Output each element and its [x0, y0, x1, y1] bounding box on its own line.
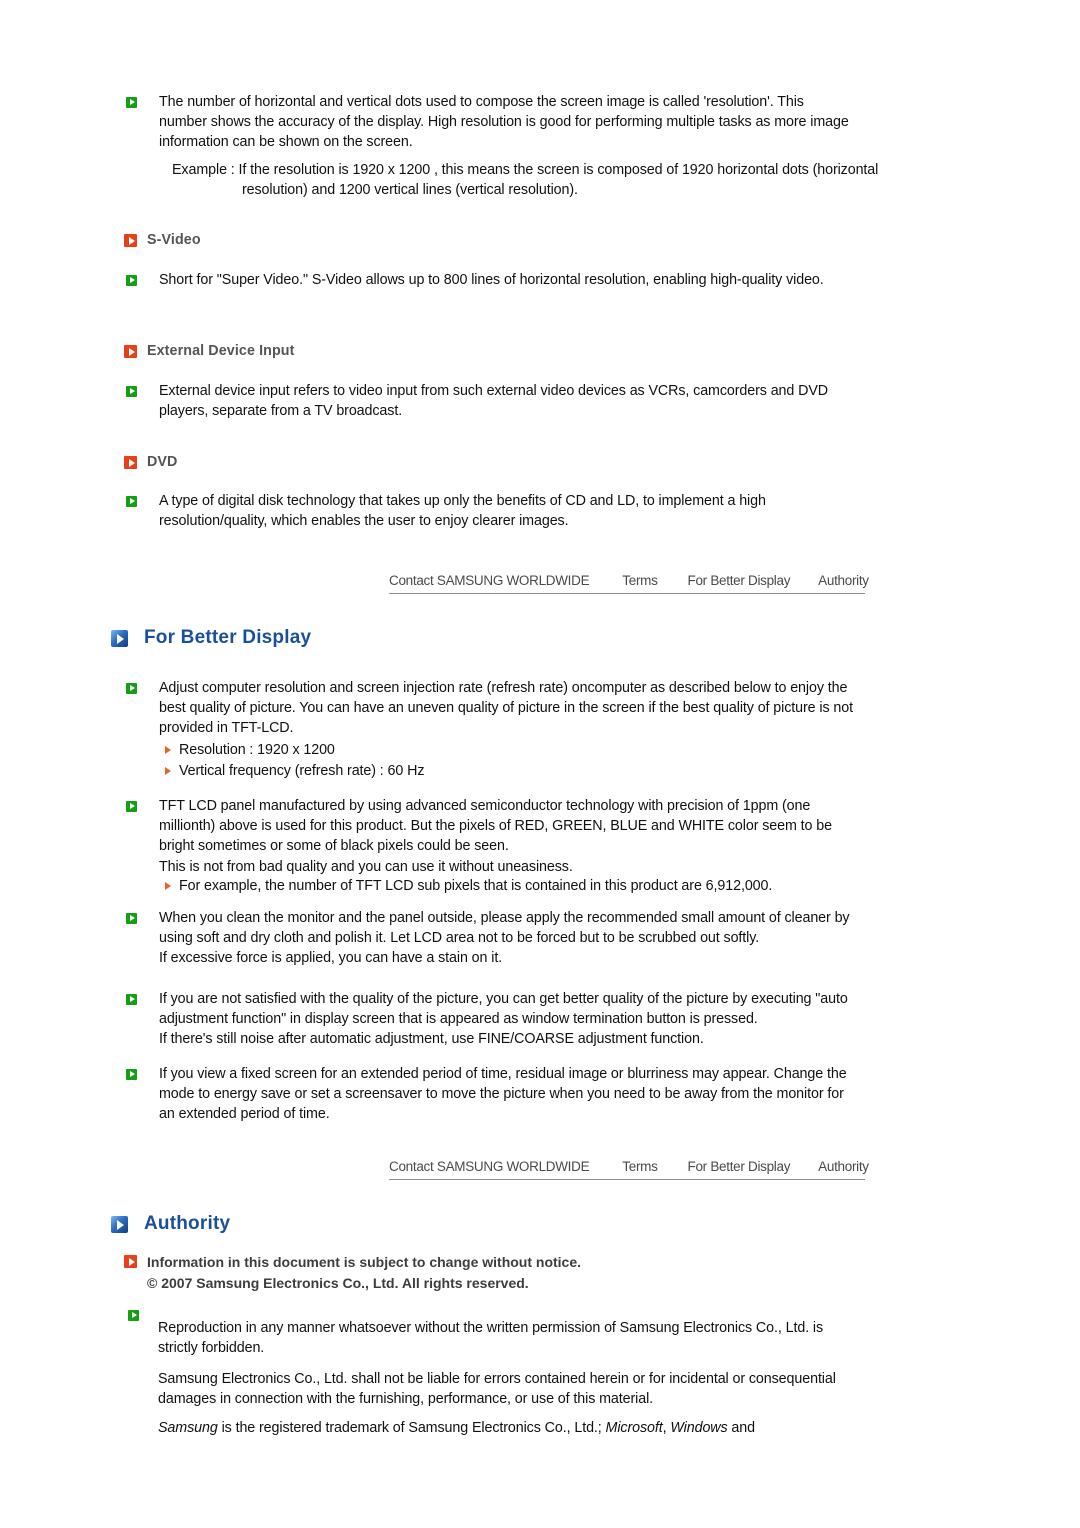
footer-nav-top: Contact SAMSUNG WORLDWIDE Terms For Bett…	[389, 566, 869, 594]
nav-item-contact-samsung-worldwide[interactable]: Contact SAMSUNG WORLDWIDE	[389, 573, 590, 588]
blue-play-section-icon	[111, 1216, 128, 1233]
dvd-heading-label: DVD	[147, 454, 178, 470]
fbd-paragraph-3: When you clean the monitor and the panel…	[159, 910, 850, 947]
fbd-paragraph-4-item: If you are not satisfied with the qualit…	[126, 989, 866, 1050]
dvd-paragraph: A type of digital disk technology that t…	[159, 493, 766, 530]
resolution-example-paragraph: Example : If the resolution is 1920 x 12…	[172, 162, 879, 199]
dvd-bullet-item: A type of digital disk technology that t…	[126, 491, 856, 531]
external-device-input-paragraph: External device input refers to video in…	[159, 383, 829, 420]
trademark-text-f: and	[727, 1420, 755, 1436]
external-device-input-bullet-item: External device input refers to video in…	[126, 381, 856, 421]
resolution-paragraph: The number of horizontal and vertical do…	[159, 94, 849, 151]
authority-notice-line-1: Information in this document is subject …	[147, 1254, 582, 1270]
fbd-paragraph-4: If you are not satisfied with the qualit…	[159, 991, 848, 1028]
section-heading-authority: Authority	[111, 1213, 231, 1235]
authority-notice-line-2: © 2007 Samsung Electronics Co., Ltd. All…	[147, 1274, 529, 1291]
orange-play-bullet-icon	[124, 345, 137, 358]
green-play-bullet-icon	[126, 683, 137, 694]
fbd-paragraph-1-item: Adjust computer resolution and screen in…	[126, 678, 866, 739]
green-play-bullet-icon	[126, 386, 137, 397]
fbd-paragraph-3b: If excessive force is applied, you can h…	[159, 950, 503, 967]
trademark-text-b: is the registered trademark of Samsung E…	[217, 1420, 606, 1436]
authority-paragraph-1: Reproduction in any manner whatsoever wi…	[158, 1320, 824, 1357]
nav-item-for-better-display[interactable]: For Better Display	[688, 1159, 791, 1174]
orange-triangle-bullet-icon	[165, 882, 171, 890]
fbd-paragraph-2b: This is not from bad quality and you can…	[159, 858, 573, 875]
resolution-bullet-item: The number of horizontal and vertical do…	[126, 92, 856, 153]
fbd-paragraph-4b: If there's still noise after automatic a…	[159, 1031, 704, 1048]
green-play-bullet-icon	[126, 496, 137, 507]
authority-paragraph-2: Samsung Electronics Co., Ltd. shall not …	[158, 1371, 836, 1408]
external-device-input-heading-label: External Device Input	[147, 343, 295, 359]
for-better-display-heading-label: For Better Display	[144, 627, 312, 648]
trademark-samsung: Samsung	[158, 1420, 218, 1436]
s-video-heading-label: S-Video	[147, 232, 201, 248]
orange-play-bullet-icon	[124, 234, 137, 247]
fbd-paragraph-5: If you view a fixed screen for an extend…	[159, 1066, 847, 1123]
green-play-bullet-icon	[126, 913, 137, 924]
fbd-spec-vfreq-label: Vertical frequency (refresh rate) : 60 H…	[179, 763, 425, 779]
authority-heading-label: Authority	[144, 1213, 231, 1234]
authority-notice-item: Information in this document is subject …	[124, 1252, 864, 1293]
heading-external-device-input: External Device Input	[124, 343, 295, 359]
green-play-bullet-icon	[126, 275, 137, 286]
s-video-bullet-item: Short for "Super Video." S-Video allows …	[126, 270, 856, 290]
fbd-paragraph-5-item: If you view a fixed screen for an extend…	[126, 1064, 866, 1125]
green-play-bullet-icon	[126, 1069, 137, 1080]
fbd-paragraph-1: Adjust computer resolution and screen in…	[159, 680, 853, 737]
orange-play-bullet-icon	[124, 1255, 137, 1268]
fbd-subpixels-item: For example, the number of TFT LCD sub p…	[165, 876, 772, 896]
fbd-spec-resolution-label: Resolution : 1920 x 1200	[179, 742, 335, 758]
nav-item-authority[interactable]: Authority	[818, 1159, 869, 1174]
s-video-paragraph: Short for "Super Video." S-Video allows …	[159, 272, 824, 288]
manual-page: The number of horizontal and vertical do…	[0, 0, 1080, 1528]
section-heading-for-better-display: For Better Display	[111, 627, 312, 649]
authority-trademark-paragraph: Samsung is the registered trademark of S…	[158, 1418, 878, 1438]
fbd-paragraph-2-item: TFT LCD panel manufactured by using adva…	[126, 796, 866, 877]
green-play-bullet-icon	[126, 97, 137, 108]
fbd-spec-resolution-item: Resolution : 1920 x 1200	[165, 740, 335, 760]
fbd-paragraph-2: TFT LCD panel manufactured by using adva…	[159, 798, 832, 855]
nav-item-for-better-display[interactable]: For Better Display	[688, 573, 791, 588]
heading-s-video: S-Video	[124, 232, 201, 248]
orange-triangle-bullet-icon	[165, 767, 171, 775]
trademark-windows: Windows	[670, 1420, 728, 1436]
heading-dvd: DVD	[124, 454, 178, 470]
orange-triangle-bullet-icon	[165, 746, 171, 754]
nav-item-authority[interactable]: Authority	[818, 573, 869, 588]
nav-item-contact-samsung-worldwide[interactable]: Contact SAMSUNG WORLDWIDE	[389, 1159, 590, 1174]
nav-item-terms[interactable]: Terms	[622, 573, 658, 588]
blue-play-section-icon	[111, 630, 128, 647]
green-play-bullet-icon	[126, 994, 137, 1005]
trademark-microsoft: Microsoft	[605, 1420, 663, 1436]
green-play-bullet-icon	[128, 1310, 139, 1321]
fbd-spec-vfreq-item: Vertical frequency (refresh rate) : 60 H…	[165, 761, 425, 781]
orange-play-bullet-icon	[124, 456, 137, 469]
fbd-paragraph-3-item: When you clean the monitor and the panel…	[126, 908, 866, 969]
green-play-bullet-icon	[126, 801, 137, 812]
nav-item-terms[interactable]: Terms	[622, 1159, 658, 1174]
fbd-subpixels-label: For example, the number of TFT LCD sub p…	[179, 878, 773, 894]
footer-nav-bottom: Contact SAMSUNG WORLDWIDE Terms For Bett…	[389, 1152, 869, 1180]
